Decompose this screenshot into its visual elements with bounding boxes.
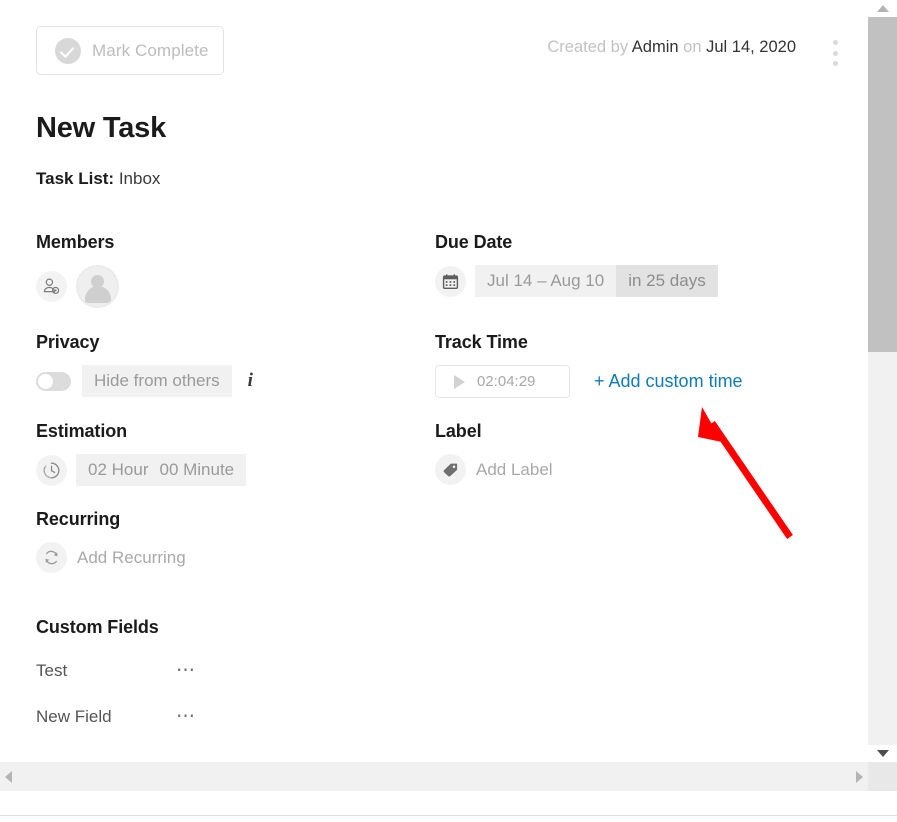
horizontal-scrollbar[interactable] bbox=[0, 762, 868, 791]
red-arrow-icon bbox=[698, 407, 793, 539]
task-detail-panel: Mark Complete Created by Admin on Jul 14… bbox=[0, 0, 868, 762]
custom-fields-heading: Custom Fields bbox=[36, 617, 159, 637]
privacy-toggle[interactable] bbox=[36, 371, 71, 391]
custom-field-row: New Field ⋯ bbox=[36, 705, 296, 729]
window-bottom-divider bbox=[0, 815, 897, 816]
track-time-timer-button[interactable]: 02:04:29 bbox=[435, 365, 570, 398]
estimation-heading: Estimation bbox=[36, 421, 128, 441]
calendar-icon[interactable] bbox=[435, 265, 466, 297]
more-vertical-icon[interactable] bbox=[826, 38, 844, 68]
track-time-heading: Track Time bbox=[435, 332, 528, 352]
add-recurring-placeholder[interactable]: Add Recurring bbox=[77, 548, 186, 568]
caret-up-icon[interactable] bbox=[868, 0, 897, 17]
play-icon bbox=[454, 374, 465, 389]
custom-field-row: Test ⋯ bbox=[36, 659, 296, 683]
task-detail-window: Mark Complete Created by Admin on Jul 14… bbox=[0, 0, 897, 822]
created-on-date: Jul 14, 2020 bbox=[706, 38, 796, 56]
estimation-hours: 02 Hour bbox=[88, 460, 149, 479]
ellipsis-icon[interactable]: ⋯ bbox=[176, 707, 197, 726]
recurring-field: Recurring Add Recurring bbox=[36, 509, 186, 573]
custom-field-name[interactable]: New Field bbox=[36, 707, 176, 727]
tag-icon[interactable] bbox=[435, 454, 466, 485]
ellipsis-icon[interactable]: ⋯ bbox=[176, 661, 197, 680]
window-bottom-strip bbox=[0, 791, 897, 822]
refresh-icon[interactable] bbox=[36, 542, 67, 573]
estimation-value[interactable]: 02 Hour 00 Minute bbox=[76, 454, 247, 486]
vertical-scrollbar[interactable] bbox=[867, 0, 897, 762]
due-date-heading: Due Date bbox=[435, 232, 513, 252]
recurring-heading: Recurring bbox=[36, 509, 121, 529]
add-label-placeholder[interactable]: Add Label bbox=[476, 460, 553, 480]
clock-icon[interactable] bbox=[36, 454, 67, 486]
vertical-scrollbar-thumb[interactable] bbox=[868, 17, 897, 352]
due-date-field: Due Date Jul 14 – Aug 10 in 25 days bbox=[435, 232, 718, 297]
caret-left-icon[interactable] bbox=[0, 762, 17, 791]
estimation-minutes: 00 Minute bbox=[159, 460, 235, 479]
track-time-field: Track Time 02:04:29 + Add custom time bbox=[435, 332, 743, 398]
scrollbar-corner bbox=[868, 762, 897, 791]
created-on-word: on bbox=[683, 38, 702, 56]
custom-field-name[interactable]: Test bbox=[36, 661, 176, 681]
label-field: Label Add Label bbox=[435, 421, 553, 485]
due-date-relative[interactable]: in 25 days bbox=[616, 265, 718, 297]
caret-right-icon[interactable] bbox=[851, 762, 868, 791]
privacy-value[interactable]: Hide from others bbox=[82, 365, 232, 397]
members-field: Members bbox=[36, 232, 119, 308]
members-heading: Members bbox=[36, 232, 115, 252]
task-header-bar: Mark Complete Created by Admin on Jul 14… bbox=[0, 0, 868, 100]
due-date-range[interactable]: Jul 14 – Aug 10 bbox=[475, 265, 617, 297]
info-icon[interactable]: i bbox=[248, 370, 253, 392]
check-circle-icon bbox=[55, 37, 81, 64]
privacy-heading: Privacy bbox=[36, 332, 100, 352]
created-by-prefix: Created by bbox=[547, 38, 629, 56]
task-list-value[interactable]: Inbox bbox=[119, 169, 161, 188]
vertical-scrollbar-track[interactable] bbox=[868, 17, 897, 745]
mark-complete-button[interactable]: Mark Complete bbox=[36, 26, 224, 75]
mark-complete-label: Mark Complete bbox=[92, 40, 209, 60]
add-member-icon[interactable] bbox=[36, 271, 67, 302]
created-by-meta: Created by Admin on Jul 14, 2020 bbox=[547, 38, 796, 57]
user-avatar-icon[interactable] bbox=[76, 265, 119, 308]
estimation-field: Estimation 02 Hour 00 Minute bbox=[36, 421, 247, 486]
add-custom-time-link[interactable]: + Add custom time bbox=[594, 371, 743, 392]
track-time-value: 02:04:29 bbox=[477, 373, 536, 390]
caret-down-icon[interactable] bbox=[868, 745, 897, 762]
label-heading: Label bbox=[435, 421, 482, 441]
custom-fields-section: Custom Fields Test ⋯ New Field ⋯ bbox=[36, 617, 296, 751]
privacy-field: Privacy Hide from others i bbox=[36, 332, 253, 397]
page-title: New Task bbox=[36, 112, 167, 144]
task-list-line: Task List: Inbox bbox=[36, 169, 160, 189]
task-list-key: Task List: bbox=[36, 169, 115, 188]
due-date-value: Jul 14 – Aug 10 in 25 days bbox=[475, 265, 718, 297]
created-by-user: Admin bbox=[631, 38, 679, 56]
